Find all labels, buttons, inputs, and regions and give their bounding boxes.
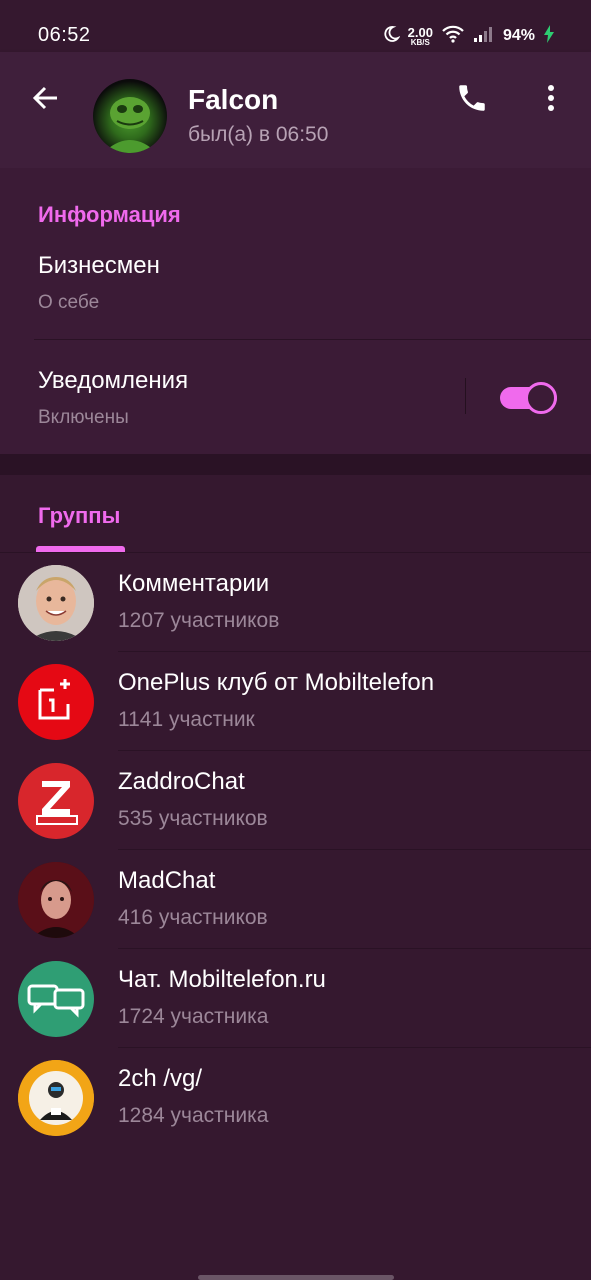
bio-value: Бизнесмен [38,252,160,279]
group-avatar [18,763,94,839]
zaddro-logo-icon [36,781,78,825]
group-member-count: 1284 участника [118,1104,269,1127]
group-name: OnePlus клуб от Mobiltelefon [118,669,435,696]
notifications-title: Уведомления [38,367,189,394]
divider [34,339,591,340]
notifications-toggle[interactable] [500,382,557,414]
group-avatar [18,961,94,1037]
info-section: Информация Бизнесмен О себе Уведомления … [0,168,591,454]
group-member-count: 1724 участника [118,1005,269,1028]
toggle-thumb [525,382,557,414]
group-member-count: 535 участников [118,807,268,830]
chat-header: Falcon был(а) в 06:50 [0,52,591,168]
home-indicator[interactable] [198,1275,394,1280]
bio-label: О себе [38,292,100,313]
signal-icon [473,25,495,48]
group-avatar [18,565,94,641]
wifi-icon [441,24,465,49]
contact-name[interactable]: Falcon [188,84,278,116]
frog-avatar-image [103,97,157,153]
group-name: 2ch /vg/ [118,1065,203,1092]
charging-bolt-icon [543,24,555,49]
net-speed-unit: KB/S [410,37,430,47]
group-member-count: 416 участников [118,906,268,929]
tab-groups[interactable]: Группы [38,503,120,529]
group-row-zaddrochat[interactable]: ZaddroChat 535 участников [0,751,591,850]
chat-bubbles-icon [27,984,85,1018]
last-seen-status: был(а) в 06:50 [188,123,329,146]
moon-icon [382,25,401,48]
oneplus-logo-icon [38,679,70,720]
phone-icon [455,81,489,120]
notifications-status: Включены [38,407,129,428]
group-avatar [18,664,94,740]
group-name: Комментарии [118,570,270,597]
shared-groups-section: Группы Комментарии 1207 участников OnePl… [0,475,591,1280]
group-row-kommentarii[interactable]: Комментарии 1207 участников [0,553,591,652]
profile-avatar[interactable] [93,79,167,153]
group-row-madchat[interactable]: MadChat 416 участников [0,850,591,949]
back-button[interactable] [28,82,64,118]
group-name: ZaddroChat [118,768,245,795]
group-member-count: 1141 участник [118,708,255,731]
net-speed: 2.00 KB/S [408,26,433,47]
back-arrow-icon [31,83,61,118]
group-row-oneplus[interactable]: OnePlus клуб от Mobiltelefon 1141 участн… [0,652,591,751]
2ch-vg-logo-icon [18,1060,94,1136]
person-photo-avatar [18,565,94,641]
battery-percent: 94% [502,27,535,44]
info-header: Информация [38,202,181,227]
net-speed-value: 2.00 [407,24,433,40]
person-photo-avatar [18,862,94,938]
group-row-2ch-vg[interactable]: 2ch /vg/ 1284 участника [0,1048,591,1147]
status-time: 06:52 [38,24,91,46]
group-avatar [18,862,94,938]
vertical-divider [465,378,466,414]
group-row-mobiltelefon-chat[interactable]: Чат. Mobiltelefon.ru 1724 участника [0,949,591,1048]
group-name: MadChat [118,867,216,894]
group-avatar [18,1060,94,1136]
more-vertical-icon [547,84,555,117]
status-bar: 06:52 2.00 KB/S 94% [0,0,591,52]
status-icons: 2.00 KB/S 94% [382,22,555,50]
group-member-count: 1207 участников [118,609,280,632]
group-name: Чат. Mobiltelefon.ru [118,966,326,993]
section-separator [0,454,591,475]
call-button[interactable] [452,80,492,120]
more-options-button[interactable] [534,80,568,120]
